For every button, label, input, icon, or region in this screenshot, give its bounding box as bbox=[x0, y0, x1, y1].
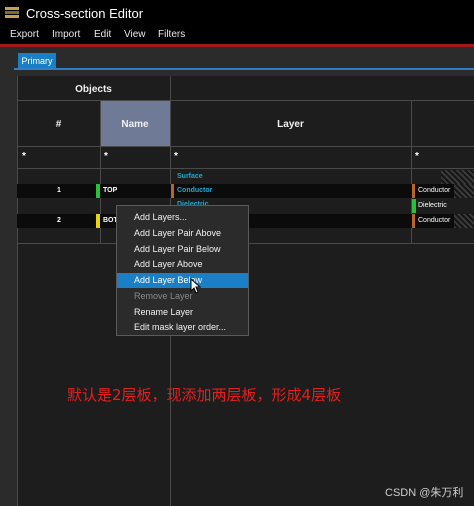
window-title: Cross-section Editor bbox=[26, 6, 144, 21]
index-header: # bbox=[55, 119, 62, 130]
annotation-text: 默认是2层板，现添加两层板，形成4层板 bbox=[67, 386, 342, 404]
hatch-cell bbox=[454, 214, 474, 228]
layer-surface-label: Surface bbox=[177, 173, 203, 180]
tab-primary[interactable]: Primary bbox=[18, 53, 56, 68]
menu-bar: Export Import Edit View Filters bbox=[0, 28, 474, 44]
table-row[interactable] bbox=[17, 184, 474, 198]
menu-export[interactable]: Export bbox=[10, 29, 39, 40]
row-color-marker bbox=[96, 184, 100, 198]
row-index: 2 bbox=[57, 217, 61, 224]
menu-filters[interactable]: Filters bbox=[158, 29, 185, 40]
menu-edit-mask-layer-order[interactable]: Edit mask layer order... bbox=[117, 320, 248, 335]
objects-header: Objects bbox=[75, 84, 112, 95]
menu-view[interactable]: View bbox=[124, 29, 146, 40]
grid-line bbox=[17, 100, 474, 101]
menu-add-layer-below[interactable]: Add Layer Below bbox=[117, 273, 248, 288]
menu-rename-layer[interactable]: Rename Layer bbox=[117, 305, 248, 320]
filter-name[interactable]: * bbox=[104, 151, 108, 162]
menu-remove-layer: Remove Layer bbox=[134, 291, 193, 301]
hatch-cell bbox=[441, 170, 474, 184]
layer-color-marker bbox=[412, 214, 415, 228]
menu-edit[interactable]: Edit bbox=[94, 29, 111, 40]
app-icon bbox=[5, 7, 19, 18]
row-index: 1 bbox=[57, 187, 61, 194]
menu-add-layer-above[interactable]: Add Layer Above bbox=[117, 257, 248, 272]
row-right-layer: Dielectric bbox=[418, 202, 447, 209]
grid-line bbox=[17, 76, 18, 506]
title-bar: Cross-section Editor bbox=[0, 0, 474, 28]
tab-underline bbox=[14, 68, 474, 70]
layer-color-marker bbox=[412, 184, 415, 198]
filter-layer[interactable]: * bbox=[174, 151, 178, 162]
mouse-cursor-icon bbox=[190, 278, 202, 294]
layer-color-marker bbox=[171, 184, 174, 198]
menu-add-layer-pair-below[interactable]: Add Layer Pair Below bbox=[117, 242, 248, 257]
row-layer: Conductor bbox=[177, 187, 213, 194]
row-right-layer: Conductor bbox=[418, 187, 451, 194]
grid-line bbox=[17, 168, 474, 169]
row-name: TOP bbox=[103, 187, 118, 194]
filter-right[interactable]: * bbox=[415, 151, 419, 162]
filter-index[interactable]: * bbox=[22, 151, 26, 162]
name-header: Name bbox=[121, 119, 149, 130]
hatch-cell bbox=[454, 184, 474, 198]
menu-add-layers[interactable]: Add Layers... bbox=[117, 210, 248, 225]
layer-color-marker bbox=[412, 199, 416, 213]
context-menu: Add Layers... Add Layer Pair Above Add L… bbox=[116, 205, 249, 336]
layer-header: Layer bbox=[277, 119, 304, 130]
watermark: CSDN @朱万利 bbox=[385, 487, 464, 499]
row-right-layer: Conductor bbox=[418, 217, 451, 224]
row-color-marker bbox=[96, 214, 100, 228]
menu-import[interactable]: Import bbox=[52, 29, 80, 40]
grid-line bbox=[17, 146, 474, 147]
menu-add-layer-pair-above[interactable]: Add Layer Pair Above bbox=[117, 226, 248, 241]
